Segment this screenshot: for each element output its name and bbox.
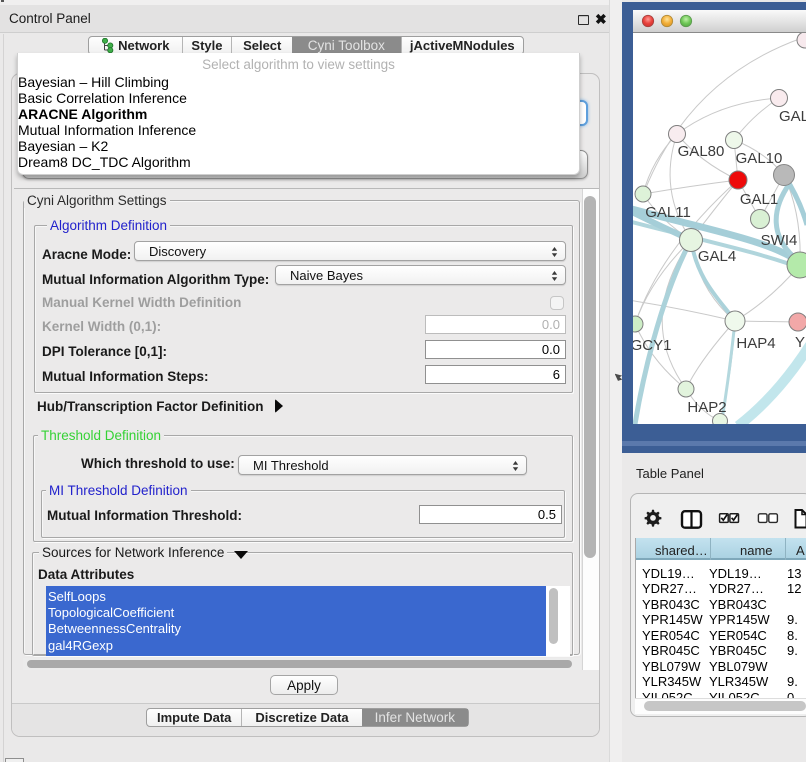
- svg-text:GAL7: GAL7: [779, 108, 806, 125]
- svg-text:Y: Y: [795, 334, 805, 351]
- svg-text:HAP4: HAP4: [736, 335, 775, 352]
- svg-text:GAL80: GAL80: [678, 143, 725, 160]
- svg-text:GAL10: GAL10: [736, 150, 783, 167]
- svg-text:GAL4: GAL4: [698, 248, 736, 265]
- svg-text:GCY1: GCY1: [633, 337, 671, 354]
- svg-text:SWI4: SWI4: [761, 232, 798, 249]
- svg-text:GAL1: GAL1: [740, 191, 778, 208]
- svg-text:HAP2: HAP2: [687, 399, 726, 416]
- svg-text:GAL11: GAL11: [645, 204, 691, 221]
